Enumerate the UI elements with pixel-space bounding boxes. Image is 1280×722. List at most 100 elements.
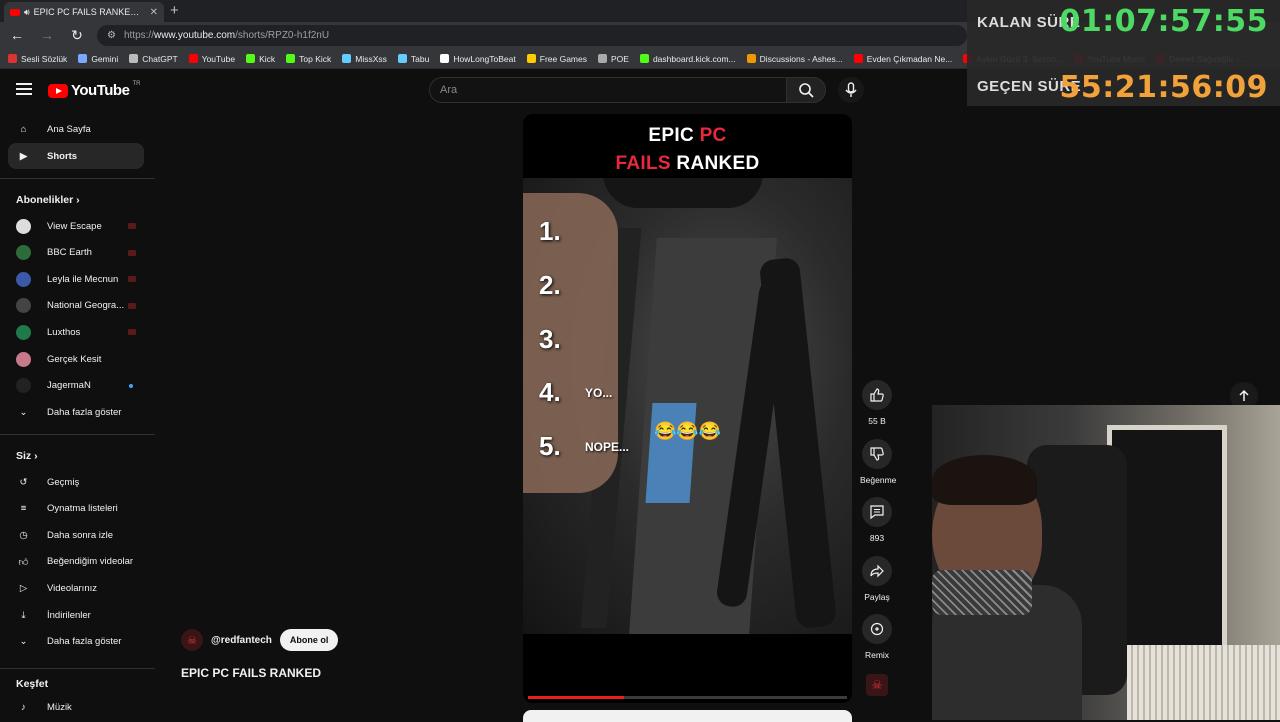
share-action[interactable]: Paylaş	[860, 556, 894, 602]
channel-handle[interactable]: @redfantech	[211, 635, 272, 646]
arrow-up-icon	[1239, 389, 1249, 401]
sidebar-item[interactable]: View Escape	[8, 213, 144, 239]
bookmark-label: Tabu	[410, 53, 430, 64]
youtube-logo[interactable]: YouTube TR	[48, 80, 141, 99]
youtube-play-icon	[48, 83, 68, 98]
section-heading-label: Siz	[16, 450, 32, 462]
channel-avatar	[16, 245, 31, 261]
sidebar-item[interactable]: Leyla ile Mecnun	[8, 266, 144, 292]
sidebar-item[interactable]: ▶ Shorts	[8, 143, 144, 169]
bookmark-item[interactable]: ChatGPT	[129, 54, 178, 64]
sidebar-item[interactable]: ♪ Müzik	[8, 694, 144, 720]
shorts-player[interactable]: EPIC PC FAILS RANKED 1. 2. 3. 4. 5. YO..…	[523, 114, 852, 703]
bookmark-item[interactable]: Gemini	[78, 54, 118, 64]
sidebar-item[interactable]: Luxthos	[8, 319, 144, 345]
playlist-icon: ≡	[20, 503, 27, 515]
sidebar-item[interactable]: ↺ Geçmiş	[8, 469, 144, 495]
bookmark-item[interactable]: Top Kick	[286, 54, 331, 64]
bookmark-item[interactable]: Kick	[246, 54, 275, 64]
bookmark-item[interactable]: HowLongToBeat	[440, 54, 516, 64]
bookmark-item[interactable]: Evden Çıkmadan Ne...	[853, 54, 952, 64]
back-icon[interactable]: ←	[8, 26, 26, 44]
sidebar-item[interactable]: National Geogra...	[8, 293, 144, 319]
like-action[interactable]: 55 B	[860, 380, 894, 426]
logo-country: TR	[132, 80, 141, 87]
bookmark-item[interactable]: POE	[598, 54, 629, 64]
progress-bar[interactable]	[528, 696, 847, 699]
chevron-down-icon: ⌄	[19, 636, 28, 648]
channel-avatar[interactable]: ☠︎	[181, 629, 203, 651]
sidebar-item[interactable]: BBC Earth	[8, 240, 144, 266]
bookmark-favicon-icon	[440, 54, 450, 63]
sidebar-divider	[0, 178, 155, 179]
sidebar-item[interactable]: 👍︎ Beğendiğim videolar	[8, 549, 144, 575]
remix-label: Remix	[864, 650, 890, 660]
sidebar-item[interactable]: ⤓ İndirilenler	[8, 602, 144, 628]
bookmark-favicon-icon	[342, 54, 352, 63]
microphone-icon	[845, 82, 857, 97]
bookmark-item[interactable]: Tabu	[397, 53, 430, 64]
channel-avatar-small[interactable]: ☠︎	[866, 674, 888, 696]
comments-button[interactable]	[862, 497, 892, 527]
channel-avatar	[16, 218, 31, 234]
thumbs-up-icon	[870, 388, 884, 402]
bookmark-item[interactable]: Free Games	[526, 54, 587, 64]
sidebar-section-heading[interactable]: Siz ›	[16, 450, 38, 462]
url-path: /shorts/RPZ0-h1f2nU	[235, 30, 330, 41]
subscribe-button[interactable]: Abone ol	[279, 629, 339, 651]
menu-icon[interactable]	[16, 83, 32, 95]
new-tab-icon[interactable]: +	[170, 2, 179, 20]
sidebar-item[interactable]: Gerçek Kesit	[8, 346, 144, 372]
site-info-icon[interactable]: ⚙	[107, 30, 116, 41]
remix-action[interactable]: Remix	[860, 614, 894, 660]
dislike-action[interactable]: Beğenme	[860, 439, 896, 485]
sidebar-item-label: Leyla ile Mecnun	[47, 273, 119, 285]
bookmark-label: MissXss	[355, 53, 387, 64]
speaker-icon[interactable]: 🔊︎	[24, 7, 30, 18]
sidebar-item-label: Daha sonra izle	[47, 529, 114, 541]
download-icon: ⤓	[21, 609, 26, 621]
sidebar-item[interactable]: ≡ Oynatma listeleri	[8, 496, 144, 522]
reload-icon[interactable]: ↻	[68, 26, 86, 44]
sidebar-item[interactable]: ◷ Daha sonra izle	[8, 522, 144, 548]
bookmark-label: Discussions - Ashes...	[759, 53, 843, 64]
address-bar[interactable]: ⚙ https://www.youtube.com/shorts/RPZ0-h1…	[97, 25, 967, 46]
sidebar-item[interactable]: ⌄ Daha fazla göster	[8, 399, 144, 425]
sidebar-item-label: JagermaN	[47, 380, 91, 392]
search-icon	[799, 83, 814, 98]
sidebar-section-heading[interactable]: Keşfet	[16, 678, 48, 690]
sidebar-item-label: Daha fazla göster	[47, 636, 122, 648]
sidebar-item[interactable]: ⌄ Daha fazla göster	[8, 629, 144, 655]
sidebar-item[interactable]: JagermaN	[8, 373, 144, 399]
voice-search-button[interactable]	[838, 77, 864, 103]
music-icon: ♪	[21, 701, 26, 713]
bookmark-item[interactable]: dashboard.kick.com...	[639, 54, 736, 64]
dislike-button[interactable]	[862, 439, 892, 469]
channel-avatar	[16, 271, 31, 287]
sidebar-section-heading[interactable]: Abonelikler ›	[16, 194, 80, 206]
browser-tab[interactable]: 🔊︎ EPIC PC FAILS RANKED - You ✕	[4, 2, 164, 22]
comments-action[interactable]: 893	[860, 497, 894, 543]
bookmark-item[interactable]: MissXss	[342, 54, 387, 64]
bookmark-item[interactable]: Sesli Sözlük	[8, 54, 67, 64]
rank-label: 1.	[539, 216, 561, 246]
bookmark-item[interactable]: YouTube	[188, 54, 235, 64]
rank-label: 5.	[539, 431, 561, 461]
cable-image	[603, 178, 763, 208]
close-tab-icon[interactable]: ✕	[150, 7, 158, 18]
sidebar-item[interactable]: ⌂ Ana Sayfa	[8, 116, 144, 142]
like-button[interactable]	[862, 380, 892, 410]
url-domain: www.youtube.com	[153, 30, 236, 41]
ssd-image	[645, 403, 697, 503]
short-video-frame[interactable]: 1. 2. 3. 4. 5. YO... NOPE... 😂😂😂	[523, 178, 852, 634]
bookmark-item[interactable]: Discussions - Ashes...	[746, 53, 843, 64]
sidebar-item[interactable]: ▷ Videolarınız	[8, 575, 144, 601]
video-title[interactable]: EPIC PC FAILS RANKED	[181, 666, 321, 680]
share-button[interactable]	[862, 556, 892, 586]
forward-icon[interactable]: →	[38, 26, 56, 44]
person-hair-image	[932, 455, 1037, 505]
logo-text: YouTube	[71, 82, 130, 99]
search-button[interactable]	[786, 77, 826, 103]
remix-button[interactable]	[862, 614, 892, 644]
search-input[interactable]: Ara	[429, 77, 786, 103]
